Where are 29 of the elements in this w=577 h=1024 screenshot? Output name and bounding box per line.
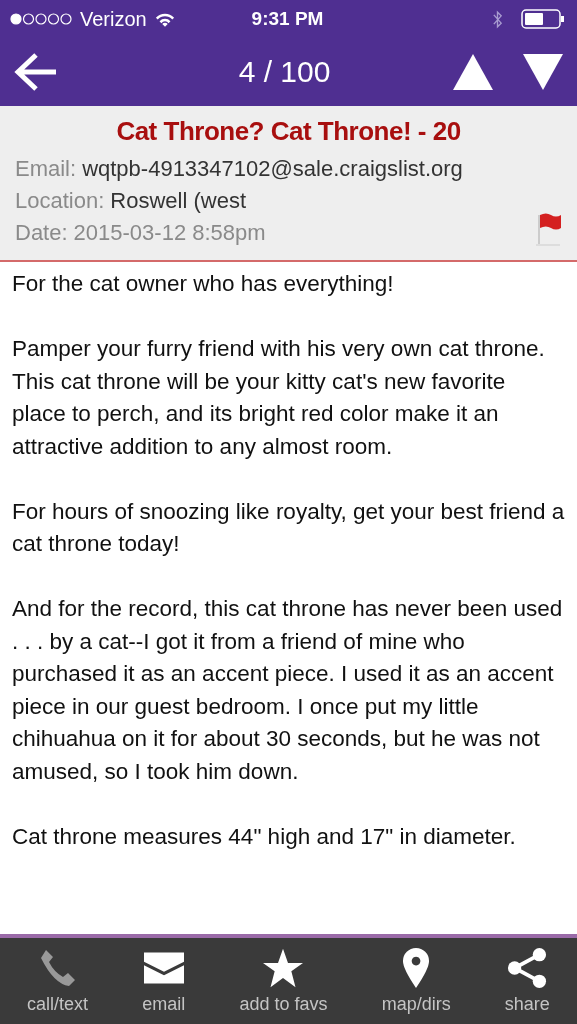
- star-icon: [263, 947, 304, 988]
- toolbar-button[interactable]: map/dirs: [381, 947, 451, 1015]
- toolbar-button[interactable]: email: [142, 947, 186, 1015]
- battery-icon: [521, 9, 565, 29]
- bluetooth-icon: [492, 8, 503, 30]
- body-paragraph: And for the record, this cat throne has never been used . . . by a cat--I got it from a friend of mine who purchased it as an accent piece. I used it as an accent piece in our guest bedroom. I once put my little chihuahua on it for about 30 seconds, but he was not amused, so I took him down.: [12, 595, 564, 786]
- wifi-icon: [154, 11, 175, 27]
- down-triangle-icon[interactable]: [523, 54, 563, 90]
- field-label: Date:: [15, 220, 68, 245]
- toolbar-button[interactable]: add to favs: [239, 947, 328, 1015]
- up-triangle-icon[interactable]: [453, 54, 493, 90]
- page-counter: 4 / 100: [237, 55, 332, 89]
- field-value: wqtpb-4913347102@sale.craigslist.org: [82, 156, 463, 181]
- field-label: Location:: [15, 188, 105, 213]
- back-arrow-icon[interactable]: [14, 52, 58, 92]
- signal-icon: [10, 12, 72, 26]
- body-paragraph: Pamper your furry friend with his very own cat throne. This cat throne will be your kitty cat's new favorite place to perch, and its bright red color make it an attractive addition to any almost room.: [12, 335, 546, 461]
- body-paragraph: For hours of snoozing like royalty, get your best friend a cat throne today!: [12, 497, 565, 558]
- listing-title: Cat Throne? Cat Throne! - 20: [115, 116, 462, 147]
- field-value: 2015-03-12 8:58pm: [73, 220, 266, 245]
- flag-icon[interactable]: [536, 211, 562, 247]
- field-value: Roswell (west: [110, 188, 246, 213]
- share-icon: [507, 947, 548, 988]
- carrier-name: Verizon: [80, 7, 147, 31]
- body-paragraph: For the cat owner who has everything!: [12, 270, 395, 298]
- status-time: 9:31 PM: [251, 8, 324, 30]
- body-paragraph: Cat throne measures 44" high and 17" in diameter.: [12, 822, 517, 851]
- toolbar-button[interactable]: share: [504, 947, 550, 1015]
- field-label: Email:: [15, 156, 77, 181]
